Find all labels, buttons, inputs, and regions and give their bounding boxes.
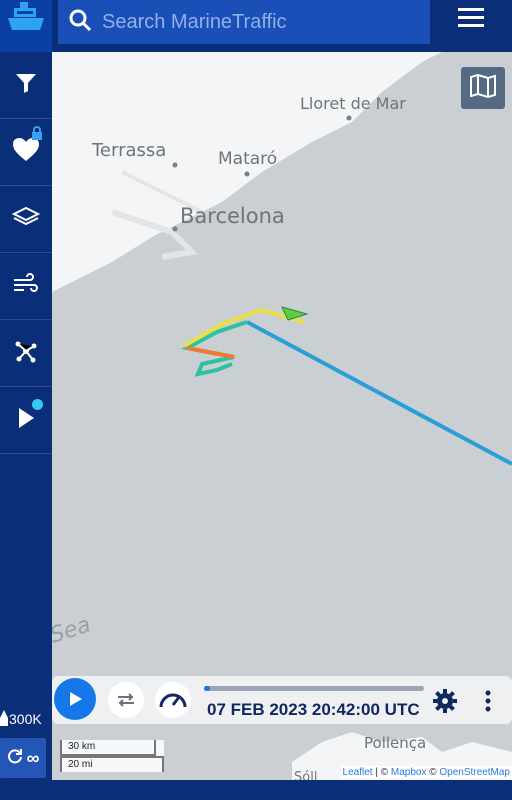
play-icon <box>16 406 36 435</box>
sidebar-item-favourites[interactable] <box>0 119 52 186</box>
map-scale: 30 km 20 mi <box>60 740 164 772</box>
place-barcelona: Barcelona <box>180 204 285 228</box>
place-pollenca: Pollença <box>364 734 427 752</box>
search-icon <box>68 8 92 37</box>
marinetraffic-logo[interactable] <box>0 0 52 52</box>
place-terrassa: Terrassa <box>92 140 167 161</box>
sidebar-item-layers[interactable] <box>0 186 52 253</box>
playback-bar: 07 FEB 2023 20:42:00 UTC <box>52 676 512 724</box>
place-soller: Sóll <box>294 770 318 780</box>
playback-timestamp: 07 FEB 2023 20:42:00 UTC <box>207 700 420 719</box>
vessel-track <box>181 306 512 466</box>
infinity-symbol: ∞ <box>26 747 40 768</box>
settings-button[interactable] <box>430 686 460 716</box>
osm-link[interactable]: OpenStreetMap <box>439 767 510 778</box>
sidebar: 300K ∞ <box>0 52 52 788</box>
wind-icon <box>12 272 40 301</box>
timeline-progress <box>204 686 210 691</box>
sidebar-item-weather[interactable] <box>0 253 52 320</box>
map-area[interactable]: Lloret de Mar Terrassa Mataró Barcelona … <box>52 52 512 780</box>
vessel-counter: 300K <box>0 706 52 736</box>
ship-icon <box>0 710 8 729</box>
attribution-sep: | © <box>372 767 391 778</box>
top-bar: Search MarineTraffic <box>0 0 512 52</box>
search-placeholder: Search MarineTraffic <box>102 10 287 33</box>
search-bar[interactable]: Search MarineTraffic <box>58 0 430 44</box>
leaflet-link[interactable]: Leaflet <box>343 767 373 778</box>
timeline-slider[interactable] <box>204 686 424 691</box>
map-icon <box>469 73 497 104</box>
map-type-button[interactable] <box>461 67 505 109</box>
scale-mi: 20 mi <box>60 756 164 772</box>
lock-icon <box>31 126 43 145</box>
play-icon <box>70 692 82 706</box>
swap-button[interactable] <box>108 682 144 718</box>
mapbox-link[interactable]: Mapbox <box>391 767 427 778</box>
play-button[interactable] <box>54 678 96 720</box>
gear-icon <box>433 689 457 713</box>
speedometer-icon <box>159 693 187 708</box>
filter-icon <box>14 71 38 100</box>
swap-icon <box>118 693 134 707</box>
vessel-count: 300K <box>9 711 42 727</box>
attribution-sep2: © <box>426 767 440 778</box>
sidebar-item-playback[interactable] <box>0 387 52 454</box>
menu-icon[interactable] <box>452 4 490 34</box>
place-mataro: Mataró <box>218 149 278 169</box>
map-attribution: Leaflet | © Mapbox © OpenStreetMap <box>340 766 512 779</box>
sidebar-item-measure[interactable] <box>0 320 52 387</box>
map-land <box>52 52 512 780</box>
refresh-icon <box>7 748 23 769</box>
kebab-menu-icon <box>485 690 491 712</box>
network-icon <box>13 338 39 369</box>
sidebar-item-filters[interactable] <box>0 52 52 119</box>
bottom-strip <box>0 780 512 800</box>
notification-badge <box>32 399 43 410</box>
scale-km: 30 km <box>60 740 156 756</box>
place-lloret: Lloret de Mar <box>300 94 406 113</box>
layers-icon <box>11 205 41 234</box>
loop-button[interactable]: ∞ <box>0 738 46 778</box>
more-options-button[interactable] <box>478 686 498 716</box>
speed-button[interactable] <box>155 682 191 718</box>
